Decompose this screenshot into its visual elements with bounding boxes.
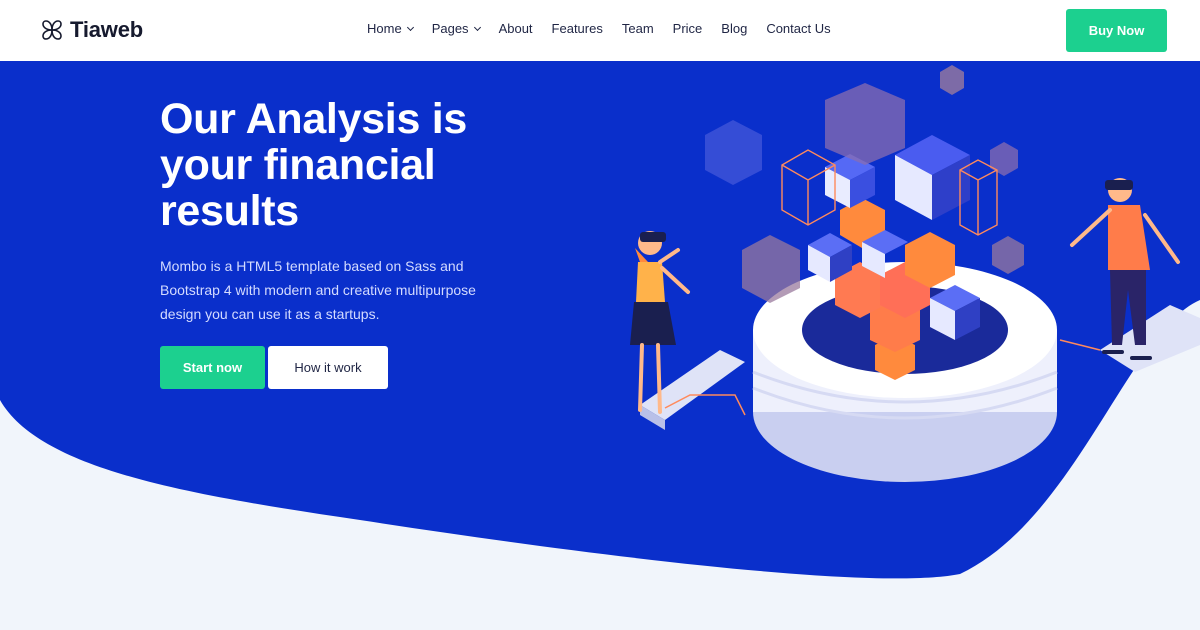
nav-label: Home	[367, 21, 402, 36]
nav-label: Price	[672, 21, 703, 36]
site-header: Tiaweb Home Pages About Features Team Pr…	[0, 0, 1200, 61]
four-petal-logo-icon	[42, 20, 62, 40]
hero-content: Our Analysis is your financial results M…	[160, 96, 520, 326]
nav-label: Features	[551, 21, 603, 36]
nav-label: Contact Us	[766, 21, 831, 36]
main-nav: Home Pages About Features Team Price Blo…	[367, 21, 831, 36]
nav-item-price[interactable]: Price	[673, 21, 703, 36]
logo[interactable]: Tiaweb	[40, 14, 143, 46]
how-it-work-button[interactable]: How it work	[268, 346, 388, 389]
nav-label: Blog	[721, 21, 748, 36]
buy-now-button[interactable]: Buy Now	[1066, 9, 1167, 52]
nav-item-home[interactable]: Home	[367, 21, 414, 36]
logo-text: Tiaweb	[70, 17, 143, 42]
hero-description: Mombo is a HTML5 template based on Sass …	[160, 258, 476, 322]
chevron-down-icon	[473, 23, 481, 31]
nav-item-pages[interactable]: Pages	[431, 21, 481, 36]
nav-item-blog[interactable]: Blog	[721, 21, 747, 36]
hero-title: Our Analysis is your financial results	[160, 95, 467, 235]
nav-label: About	[498, 21, 533, 36]
nav-item-team[interactable]: Team	[622, 21, 654, 36]
nav-label: Team	[621, 21, 654, 36]
chevron-down-icon	[406, 23, 414, 31]
nav-item-contact[interactable]: Contact Us	[766, 21, 830, 36]
hero-illustration	[630, 65, 1200, 482]
hero-cta-group: Start now How it work	[160, 346, 388, 389]
nav-label: Pages	[431, 21, 469, 36]
start-now-button[interactable]: Start now	[160, 346, 265, 389]
nav-item-features[interactable]: Features	[552, 21, 603, 36]
nav-item-about[interactable]: About	[499, 21, 533, 36]
